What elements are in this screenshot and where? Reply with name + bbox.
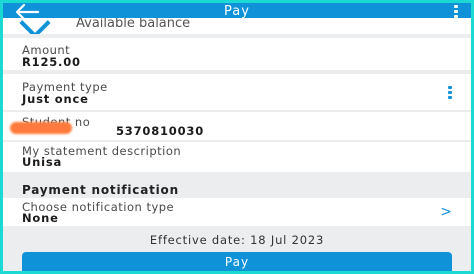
payment-type-field[interactable]: Payment type Just once bbox=[0, 74, 474, 110]
pay-button[interactable]: Pay bbox=[22, 252, 452, 274]
effective-date: Effective date: 18 Jul 2023 bbox=[149, 233, 325, 247]
page-title: Pay bbox=[224, 4, 250, 19]
statement-description-value: Unisa bbox=[22, 155, 63, 169]
payment-notification-heading: Payment notification bbox=[22, 183, 179, 197]
available-balance-label: Available balance bbox=[76, 18, 191, 31]
chevron-right-icon[interactable]: > bbox=[440, 204, 452, 220]
student-no-value: 5370810030 bbox=[116, 124, 205, 138]
payment-type-options-icon[interactable] bbox=[448, 86, 452, 101]
notification-type-field[interactable]: Choose notification type None bbox=[0, 198, 474, 226]
check-icon bbox=[19, 18, 51, 34]
payment-type-value: Just once bbox=[22, 92, 89, 106]
notification-type-value: None bbox=[22, 211, 59, 225]
amount-field[interactable]: Amount R125.00 bbox=[0, 38, 474, 70]
amount-value: R125.00 bbox=[22, 55, 81, 69]
statement-description-field[interactable]: My statement description Unisa bbox=[0, 142, 474, 172]
available-balance-row: Available balance bbox=[0, 18, 474, 34]
redaction-mark bbox=[10, 122, 72, 134]
